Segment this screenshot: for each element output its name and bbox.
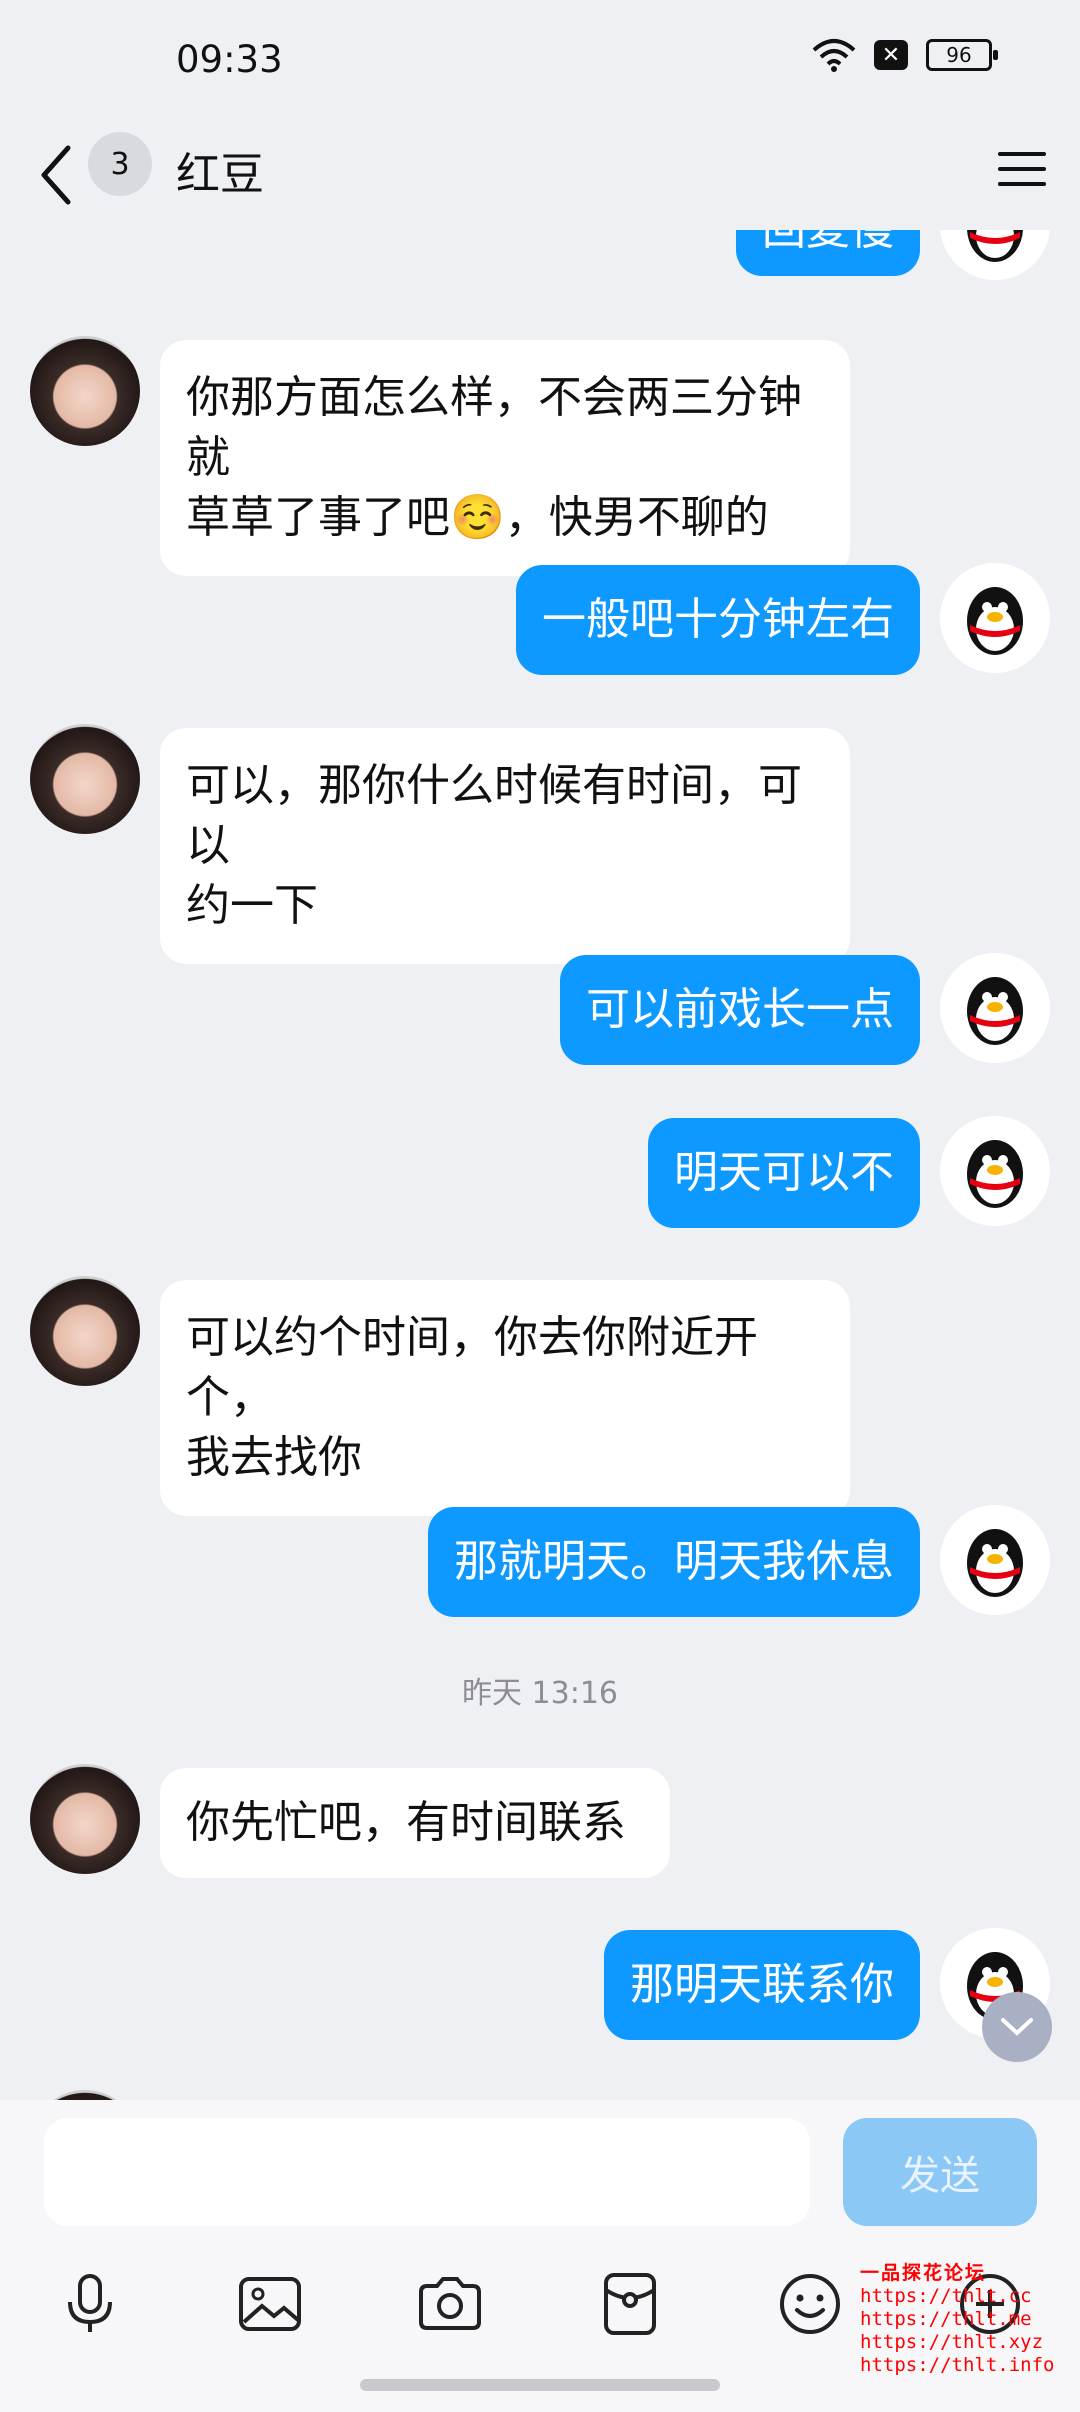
message-bubble-outgoing[interactable]: 可以前戏长一点	[560, 955, 920, 1065]
penguin-avatar-icon[interactable]	[940, 230, 1050, 280]
back-icon[interactable]	[32, 140, 82, 210]
penguin-avatar-icon[interactable]	[940, 1116, 1050, 1226]
penguin-avatar-icon[interactable]	[940, 953, 1050, 1063]
scroll-to-bottom-button[interactable]	[982, 1992, 1052, 2062]
contact-avatar[interactable]	[30, 2090, 140, 2100]
contact-avatar[interactable]	[30, 336, 140, 446]
chat-header: 3 红豆	[0, 120, 1080, 230]
message-line: 我去找你	[186, 1432, 362, 1483]
status-icons: ✕ 96	[812, 38, 998, 72]
message-bubble-outgoing[interactable]: 一般吧十分钟左右	[516, 565, 920, 675]
penguin-avatar-icon[interactable]	[940, 563, 1050, 673]
message-timestamp: 昨天 13:16	[462, 1676, 618, 1711]
camera-icon	[419, 2277, 481, 2330]
watermark-url: https://thlt.xyz	[860, 2331, 1044, 2353]
mic-icon	[68, 2274, 112, 2332]
contact-avatar[interactable]	[30, 724, 140, 834]
contact-avatar[interactable]	[30, 1276, 140, 1386]
message-input[interactable]	[44, 2118, 810, 2226]
message-bubble-outgoing[interactable]: 那明天联系你	[604, 1930, 920, 2040]
watermark: 一品探花论坛 https://thlt.cc https://thlt.me h…	[860, 2262, 1054, 2377]
watermark-url: https://thlt.cc	[860, 2285, 1032, 2307]
red-packet-icon	[604, 2273, 656, 2335]
message-bubble-outgoing[interactable]: 明天可以不	[648, 1118, 920, 1228]
wifi-icon	[812, 39, 856, 72]
emoji-icon	[780, 2274, 840, 2334]
red-packet-button[interactable]	[596, 2270, 664, 2338]
send-button[interactable]: 发送	[843, 2118, 1037, 2226]
watermark-url: https://thlt.info	[860, 2354, 1055, 2376]
image-button[interactable]	[236, 2270, 304, 2338]
emoji-button[interactable]	[776, 2270, 844, 2338]
battery-icon: 96	[926, 39, 998, 71]
status-time: 09:33	[176, 38, 283, 81]
watermark-title: 一品探花论坛	[860, 2262, 987, 2284]
message-bubble-outgoing[interactable]: 回复慢	[736, 230, 920, 276]
no-sim-icon: ✕	[874, 40, 908, 70]
message-line: 可以约个时间，你去你附近开个，	[186, 1312, 758, 1423]
message-line: 可以，那你什么时候有时间，可以	[186, 760, 802, 871]
message-list[interactable]: 回复慢 你那方面怎么样，不会两三分钟就 草草了事了吧☺️，快男不聊的 一般吧十分…	[0, 230, 1080, 2100]
message-line: 你先忙吧，有时间联系	[186, 1797, 626, 1848]
message-line: 你那方面怎么样，不会两三分钟就	[186, 372, 802, 483]
status-bar: 09:33 ✕ 96	[0, 0, 1080, 120]
camera-button[interactable]	[416, 2270, 484, 2338]
message-bubble-incoming[interactable]: 你那方面怎么样，不会两三分钟就 草草了事了吧☺️，快男不聊的	[160, 340, 850, 576]
message-bubble-outgoing[interactable]: 那就明天。明天我休息	[428, 1507, 920, 1617]
message-bubble-incoming[interactable]: 可以，那你什么时候有时间，可以 约一下	[160, 728, 850, 964]
mic-button[interactable]	[56, 2270, 124, 2338]
contact-name[interactable]: 红豆	[176, 138, 264, 202]
contact-avatar[interactable]	[30, 1764, 140, 1874]
image-icon	[239, 2277, 301, 2331]
message-bubble-incoming[interactable]: 你先忙吧，有时间联系	[160, 1768, 670, 1878]
chevron-down-icon	[1001, 2018, 1033, 2036]
battery-level: 96	[946, 43, 972, 67]
message-line: 草草了事了吧☺️，快男不聊的	[186, 492, 769, 543]
menu-icon[interactable]	[994, 144, 1050, 194]
message-line: 约一下	[186, 880, 318, 931]
unread-count-badge[interactable]: 3	[88, 132, 152, 196]
watermark-url: https://thlt.me	[860, 2308, 1032, 2330]
home-indicator[interactable]	[360, 2379, 720, 2391]
message-bubble-incoming[interactable]: 可以约个时间，你去你附近开个， 我去找你	[160, 1280, 850, 1516]
penguin-avatar-icon[interactable]	[940, 1505, 1050, 1615]
